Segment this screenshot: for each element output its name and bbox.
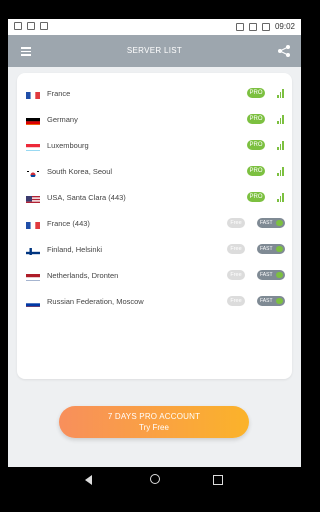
- home-icon[interactable]: [150, 474, 160, 484]
- russia-flag-icon: [26, 297, 40, 307]
- signal-icon: [277, 193, 285, 202]
- status-time: 09:02: [274, 22, 295, 31]
- fast-badge: FAST: [257, 244, 285, 254]
- fast-badge: FAST: [257, 270, 285, 280]
- fast-label: FAST: [260, 220, 273, 226]
- system-nav-bar: [0, 467, 309, 512]
- germany-flag-icon: [26, 115, 40, 125]
- luxembourg-flag-icon: [26, 141, 40, 151]
- wifi-icon: [248, 22, 257, 31]
- server-name: Germany: [47, 115, 78, 124]
- signal-icon: [277, 115, 285, 124]
- server-name: Netherlands, Dronten: [47, 271, 119, 280]
- fast-indicator-icon: [276, 298, 283, 304]
- usa-flag-icon: [26, 193, 40, 203]
- server-name: France (443): [47, 219, 90, 228]
- signal-icon: [277, 141, 285, 150]
- fast-indicator-icon: [276, 246, 283, 252]
- free-badge: Free: [227, 218, 245, 228]
- promo-line-2: Try Free: [139, 423, 169, 432]
- server-list: France PRO Germany PRO Luxembourg PRO So…: [17, 73, 292, 379]
- fast-indicator-icon: [276, 220, 283, 226]
- pro-trial-button[interactable]: 7 DAYS PRO ACCOUNT Try Free: [59, 406, 249, 438]
- server-name: USA, Santa Clara (443): [47, 193, 126, 202]
- free-badge: Free: [227, 296, 245, 306]
- fast-badge: FAST: [257, 218, 285, 228]
- server-row-finland[interactable]: Finland, Helsinki Free FAST: [17, 237, 292, 263]
- server-name: France: [47, 89, 71, 98]
- server-row-luxembourg[interactable]: Luxembourg PRO: [17, 133, 292, 159]
- netherlands-flag-icon: [26, 271, 40, 281]
- share-icon[interactable]: [277, 44, 291, 58]
- server-row-netherlands[interactable]: Netherlands, Dronten Free FAST: [17, 263, 292, 289]
- sd-card-icon: [27, 22, 35, 30]
- pro-badge: PRO: [247, 140, 265, 150]
- pro-badge: PRO: [247, 192, 265, 202]
- france-flag-icon: [26, 219, 40, 229]
- promo-line-1: 7 DAYS PRO ACCOUNT: [107, 412, 201, 421]
- back-icon[interactable]: [85, 475, 92, 485]
- app-notification-icon: [40, 22, 48, 30]
- server-row-france-443[interactable]: France (443) Free FAST: [17, 211, 292, 237]
- notification-icon: [14, 22, 22, 30]
- recent-apps-icon[interactable]: [213, 475, 223, 485]
- server-name: Finland, Helsinki: [47, 245, 103, 254]
- signal-icon: [277, 167, 285, 176]
- server-row-south-korea[interactable]: South Korea, Seoul PRO: [17, 159, 292, 185]
- page-title: SERVER LIST: [126, 46, 183, 55]
- server-row-germany[interactable]: Germany PRO: [17, 107, 292, 133]
- vpn-key-icon: [235, 22, 244, 31]
- fast-indicator-icon: [276, 272, 283, 278]
- server-name: Luxembourg: [47, 141, 89, 150]
- france-flag-icon: [26, 89, 40, 99]
- pro-badge: PRO: [247, 166, 265, 176]
- server-row-france[interactable]: France PRO: [17, 81, 292, 107]
- battery-icon: [261, 22, 270, 31]
- finland-flag-icon: [26, 245, 40, 255]
- pro-badge: PRO: [247, 88, 265, 98]
- fast-label: FAST: [260, 272, 273, 278]
- server-row-russia[interactable]: Russian Federation, Moscow Free FAST: [17, 289, 292, 315]
- app-screen: 09:02 SERVER LIST France PRO Germany PRO…: [8, 19, 301, 467]
- server-row-usa[interactable]: USA, Santa Clara (443) PRO: [17, 185, 292, 211]
- app-bar: SERVER LIST: [8, 35, 301, 67]
- south-korea-flag-icon: [26, 167, 40, 177]
- fast-badge: FAST: [257, 296, 285, 306]
- status-bar: 09:02: [8, 19, 301, 35]
- server-name: South Korea, Seoul: [47, 167, 113, 176]
- free-badge: Free: [227, 270, 245, 280]
- fast-label: FAST: [260, 298, 273, 304]
- signal-icon: [277, 89, 285, 98]
- free-badge: Free: [227, 244, 245, 254]
- fast-label: FAST: [260, 246, 273, 252]
- pro-badge: PRO: [247, 114, 265, 124]
- server-name: Russian Federation, Moscow: [47, 297, 144, 306]
